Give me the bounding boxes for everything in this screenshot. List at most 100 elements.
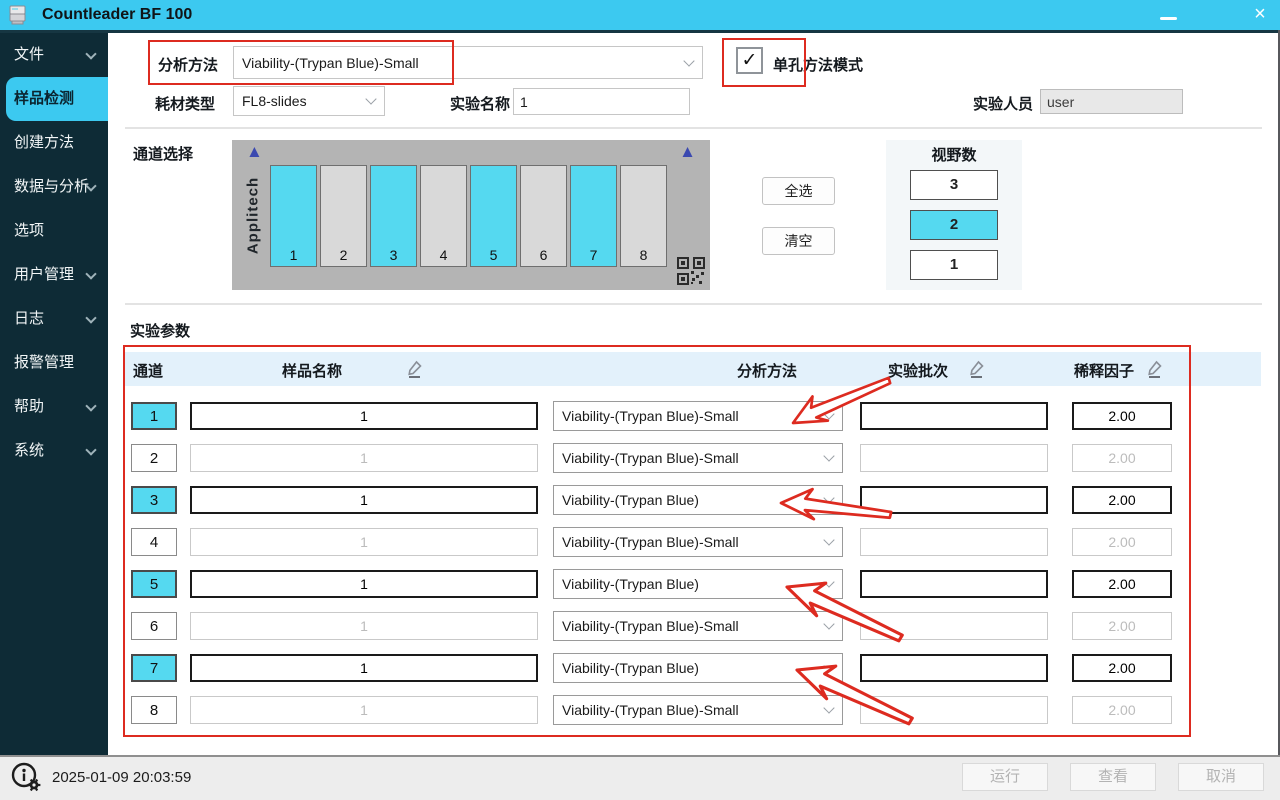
sidebar-item-label: 选项 (14, 222, 45, 239)
dilution-input[interactable] (1072, 528, 1172, 556)
channel-7[interactable]: 7 (570, 165, 617, 267)
sample-name-input[interactable] (190, 570, 538, 598)
chevron-down-icon (823, 534, 835, 546)
channel-4[interactable]: 4 (420, 165, 467, 267)
method-dropdown[interactable]: Viability-(Trypan Blue)-Small (553, 527, 843, 557)
sidebar-item-label: 系统 (14, 442, 45, 459)
sidebar-item[interactable]: 创建方法 (0, 121, 108, 165)
sample-name-input[interactable] (190, 696, 538, 724)
batch-input[interactable] (860, 654, 1048, 682)
method-dropdown[interactable]: Viability-(Trypan Blue)-Small (553, 401, 843, 431)
sample-name-input[interactable] (190, 654, 538, 682)
method-dropdown[interactable]: Viability-(Trypan Blue) (553, 485, 843, 515)
dilution-input[interactable] (1072, 402, 1172, 430)
channel-select-label: 通道选择 (133, 146, 194, 163)
channel-badge[interactable]: 4 (131, 528, 177, 556)
clear-button[interactable]: 清空 (762, 227, 835, 255)
params-heading: 实验参数 (130, 323, 191, 340)
channel-1[interactable]: 1 (270, 165, 317, 267)
method-dropdown[interactable]: Viability-(Trypan Blue) (553, 569, 843, 599)
channel-2[interactable]: 2 (320, 165, 367, 267)
sidebar-item[interactable]: 选项 (0, 209, 108, 253)
batch-input[interactable] (860, 444, 1048, 472)
chevron-down-icon (823, 660, 835, 672)
batch-input[interactable] (860, 570, 1048, 598)
sample-name-input[interactable] (190, 402, 538, 430)
sidebar-item[interactable]: 日志 (0, 297, 108, 341)
analysis-method-dropdown[interactable]: Viability-(Trypan Blue)-Small (233, 46, 703, 79)
fov-option-2[interactable]: 2 (910, 210, 998, 240)
fov-option-3[interactable]: 3 (910, 170, 998, 200)
view-button[interactable]: 查看 (1070, 763, 1156, 791)
col-channel: 通道 (133, 363, 164, 380)
channel-5[interactable]: 5 (470, 165, 517, 267)
chevron-down-icon (85, 400, 97, 412)
dilution-input[interactable] (1072, 444, 1172, 472)
sample-name-input[interactable] (190, 528, 538, 556)
channel-badge[interactable]: 5 (131, 570, 177, 598)
channel-3[interactable]: 3 (370, 165, 417, 267)
sidebar-item[interactable]: 数据与分析 (0, 165, 108, 209)
sidebar-item[interactable]: 报警管理 (0, 341, 108, 385)
chevron-down-icon (823, 492, 835, 504)
batch-input[interactable] (860, 486, 1048, 514)
batch-input[interactable] (860, 402, 1048, 430)
sidebar-item-label: 文件 (14, 46, 45, 63)
sample-name-input[interactable] (190, 486, 538, 514)
sidebar-item[interactable]: 文件 (0, 33, 108, 77)
channel-badge[interactable]: 2 (131, 444, 177, 472)
sidebar-item[interactable]: 用户管理 (0, 253, 108, 297)
minimize-button[interactable] (1154, 8, 1184, 24)
sidebar-item[interactable]: 系统 (0, 429, 108, 473)
method-dropdown[interactable]: Viability-(Trypan Blue) (553, 653, 843, 683)
channel-badge[interactable]: 3 (131, 486, 177, 514)
method-value: Viability-(Trypan Blue) (562, 576, 699, 592)
edit-icon[interactable] (406, 359, 424, 378)
batch-input[interactable] (860, 528, 1048, 556)
dilution-input[interactable] (1072, 570, 1172, 598)
close-button[interactable]: × (1244, 0, 1276, 30)
sample-name-input[interactable] (190, 612, 538, 640)
dilution-input[interactable] (1072, 612, 1172, 640)
edit-icon[interactable] (1146, 359, 1164, 378)
dilution-input[interactable] (1072, 696, 1172, 724)
chevron-down-icon (683, 54, 695, 67)
fov-panel: 视野数 3 2 1 (886, 140, 1022, 290)
analysis-method-label: 分析方法 (158, 57, 219, 74)
sidebar-item-label: 创建方法 (14, 134, 75, 151)
fov-label: 视野数 (931, 147, 977, 164)
channel-badge[interactable]: 8 (131, 696, 177, 724)
channel-badge[interactable]: 6 (131, 612, 177, 640)
batch-input[interactable] (860, 696, 1048, 724)
batch-input[interactable] (860, 612, 1048, 640)
single-well-checkbox[interactable]: ✓ (736, 47, 763, 74)
check-icon: ✓ (741, 50, 758, 71)
dilution-input[interactable] (1072, 654, 1172, 682)
channel-8[interactable]: 8 (620, 165, 667, 267)
sidebar-item[interactable]: 帮助 (0, 385, 108, 429)
edit-icon[interactable] (968, 359, 986, 378)
method-dropdown[interactable]: Viability-(Trypan Blue)-Small (553, 611, 843, 641)
method-dropdown[interactable]: Viability-(Trypan Blue)-Small (553, 695, 843, 725)
chevron-down-icon (823, 408, 835, 420)
experiment-name-input[interactable] (513, 88, 690, 115)
sample-name-input[interactable] (190, 444, 538, 472)
method-value: Viability-(Trypan Blue) (562, 660, 699, 676)
run-button[interactable]: 运行 (962, 763, 1048, 791)
method-dropdown[interactable]: Viability-(Trypan Blue)-Small (553, 443, 843, 473)
select-all-button[interactable]: 全选 (762, 177, 835, 205)
channel-badge[interactable]: 7 (131, 654, 177, 682)
sidebar-item-label: 样品检测 (14, 90, 75, 107)
channel-number: 6 (539, 247, 548, 263)
method-value: Viability-(Trypan Blue) (562, 492, 699, 508)
channel-6[interactable]: 6 (520, 165, 567, 267)
experiment-name-label: 实验名称 (450, 96, 511, 113)
channel-number: 3 (389, 247, 398, 263)
slide-graphic: ▲ ▲ Applitech 12345678 (232, 140, 710, 290)
sidebar-item-active[interactable]: 样品检测 (6, 77, 108, 121)
cancel-button[interactable]: 取消 (1178, 763, 1264, 791)
consumable-dropdown[interactable]: FL8-slides (233, 86, 385, 116)
channel-badge[interactable]: 1 (131, 402, 177, 430)
dilution-input[interactable] (1072, 486, 1172, 514)
fov-option-1[interactable]: 1 (910, 250, 998, 280)
